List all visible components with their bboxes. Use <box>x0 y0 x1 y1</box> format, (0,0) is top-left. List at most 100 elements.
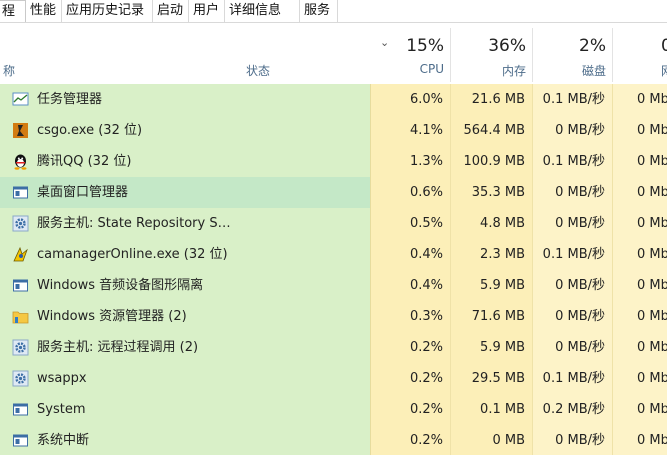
table-row[interactable]: csgo.exe (32 位) 4.1% 564.4 MB 0 MB/秒 0 M… <box>0 115 667 146</box>
status-column-label: 状态 <box>246 64 271 78</box>
memory-value: 35.3 MB <box>450 177 532 208</box>
disk-value: 0.1 MB/秒 <box>532 146 612 177</box>
memory-value: 4.8 MB <box>450 208 532 239</box>
status-column-header[interactable]: 状态 <box>240 28 370 82</box>
csgo-icon <box>13 123 28 138</box>
disk-column-header[interactable]: 2% 磁盘 <box>532 28 612 82</box>
memory-value: 0 MB <box>450 425 532 455</box>
process-name: System <box>37 402 86 417</box>
process-name: 服务主机: 远程过程调用 (2) <box>37 340 199 355</box>
process-name: 腾讯QQ (32 位) <box>37 154 132 169</box>
network-value: 0 Mb <box>612 146 667 177</box>
table-row[interactable]: camanagerOnline.exe (32 位) 0.4% 2.3 MB 0… <box>0 239 667 270</box>
tab-performance[interactable]: 性能 <box>26 0 62 22</box>
network-value: 0 Mb <box>612 301 667 332</box>
camanager-icon <box>13 246 28 262</box>
network-column-header[interactable]: 0 网 <box>612 28 667 82</box>
disk-value: 0.2 MB/秒 <box>532 394 612 425</box>
table-row-selected[interactable]: 桌面窗口管理器 0.6% 35.3 MB 0 MB/秒 0 Mb <box>0 177 667 208</box>
network-value: 0 Mb <box>612 270 667 301</box>
cpu-value: 0.6% <box>370 177 450 208</box>
process-name: 系统中断 <box>37 433 90 448</box>
process-name: Windows 音频设备图形隔离 <box>37 278 204 293</box>
memory-value: 2.3 MB <box>450 239 532 270</box>
process-name-cell: 任务管理器 <box>0 84 370 115</box>
process-name-cell: 腾讯QQ (32 位) <box>0 146 370 177</box>
tab-users[interactable]: 用户 <box>189 0 225 22</box>
cpu-value: 0.3% <box>370 301 450 332</box>
disk-value: 0 MB/秒 <box>532 425 612 455</box>
name-column-header[interactable]: 称 <box>0 28 240 82</box>
network-value: 0 Mb <box>612 394 667 425</box>
process-name-cell: wsappx <box>0 363 370 394</box>
process-name: Windows 资源管理器 (2) <box>37 309 187 324</box>
network-value: 0 Mb <box>612 363 667 394</box>
disk-value: 0.1 MB/秒 <box>532 84 612 115</box>
table-row[interactable]: Windows 资源管理器 (2) 0.3% 71.6 MB 0 MB/秒 0 … <box>0 301 667 332</box>
disk-column-label: 磁盘 <box>581 64 606 78</box>
process-name: 桌面窗口管理器 <box>37 185 129 200</box>
cpu-column-label: CPU <box>419 62 444 76</box>
cpu-value: 6.0% <box>370 84 450 115</box>
process-name: camanagerOnline.exe (32 位) <box>37 247 228 262</box>
process-name-cell: 服务主机: 远程过程调用 (2) <box>0 332 370 363</box>
table-row[interactable]: Windows 音频设备图形隔离 0.4% 5.9 MB 0 MB/秒 0 Mb <box>0 270 667 301</box>
tab-processes[interactable]: 程 <box>0 0 26 22</box>
sort-chevron-down-icon: ⌄ <box>380 36 390 49</box>
network-value: 0 Mb <box>612 177 667 208</box>
table-row[interactable]: wsappx 0.2% 29.5 MB 0.1 MB/秒 0 Mb <box>0 363 667 394</box>
process-name-cell: camanagerOnline.exe (32 位) <box>0 239 370 270</box>
tab-startup[interactable]: 启动 <box>153 0 189 22</box>
name-column-label: 称 <box>3 64 16 78</box>
memory-column-header[interactable]: 36% 内存 <box>450 28 532 82</box>
process-name: 服务主机: State Repository Se... <box>37 216 237 231</box>
process-name: wsappx <box>37 371 87 386</box>
cpu-value: 0.2% <box>370 425 450 455</box>
process-name: 任务管理器 <box>37 92 103 107</box>
network-value: 0 Mb <box>612 239 667 270</box>
cpu-value: 0.2% <box>370 394 450 425</box>
memory-value: 5.9 MB <box>450 332 532 363</box>
process-name: csgo.exe (32 位) <box>37 123 143 138</box>
disk-value: 0 MB/秒 <box>532 301 612 332</box>
tab-app-history[interactable]: 应用历史记录 <box>62 0 153 22</box>
disk-value: 0 MB/秒 <box>532 332 612 363</box>
disk-value: 0 MB/秒 <box>532 270 612 301</box>
task-manager-icon <box>12 92 29 106</box>
gear-service-icon <box>12 339 29 356</box>
cpu-column-header[interactable]: ⌄ 15% CPU <box>370 28 450 82</box>
network-percent: 0 <box>661 36 667 56</box>
window-app-icon <box>13 434 28 447</box>
network-value: 0 Mb <box>612 208 667 239</box>
window-app-icon <box>13 403 28 416</box>
table-row[interactable]: 系统中断 0.2% 0 MB 0 MB/秒 0 Mb <box>0 425 667 455</box>
memory-value: 71.6 MB <box>450 301 532 332</box>
disk-value: 0.1 MB/秒 <box>532 363 612 394</box>
table-row[interactable]: 服务主机: 远程过程调用 (2) 0.2% 5.9 MB 0 MB/秒 0 Mb <box>0 332 667 363</box>
gear-service-icon <box>12 370 29 387</box>
memory-percent: 36% <box>488 36 526 56</box>
process-name-cell: 系统中断 <box>0 425 370 455</box>
network-value: 0 Mb <box>612 115 667 146</box>
table-row[interactable]: 服务主机: State Repository Se... 0.5% 4.8 MB… <box>0 208 667 239</box>
disk-value: 0 MB/秒 <box>532 177 612 208</box>
gear-service-icon <box>12 215 29 232</box>
cpu-percent: 15% <box>406 36 444 56</box>
process-name-cell: Windows 资源管理器 (2) <box>0 301 370 332</box>
memory-value: 100.9 MB <box>450 146 532 177</box>
cpu-value: 4.1% <box>370 115 450 146</box>
network-value: 0 Mb <box>612 84 667 115</box>
tab-services[interactable]: 服务 <box>300 0 338 22</box>
cpu-value: 0.2% <box>370 332 450 363</box>
cpu-value: 0.5% <box>370 208 450 239</box>
tab-strip: 程 性能 应用历史记录 启动 用户 详细信息 服务 <box>0 0 667 23</box>
network-value: 0 Mb <box>612 332 667 363</box>
network-value: 0 Mb <box>612 425 667 455</box>
table-row[interactable]: 腾讯QQ (32 位) 1.3% 100.9 MB 0.1 MB/秒 0 Mb <box>0 146 667 177</box>
disk-value: 0 MB/秒 <box>532 115 612 146</box>
table-row[interactable]: System 0.2% 0.1 MB 0.2 MB/秒 0 Mb <box>0 394 667 425</box>
network-column-label: 网 <box>661 62 667 79</box>
disk-percent: 2% <box>579 36 606 56</box>
tab-details[interactable]: 详细信息 <box>225 0 300 22</box>
table-row[interactable]: 任务管理器 6.0% 21.6 MB 0.1 MB/秒 0 Mb <box>0 84 667 115</box>
